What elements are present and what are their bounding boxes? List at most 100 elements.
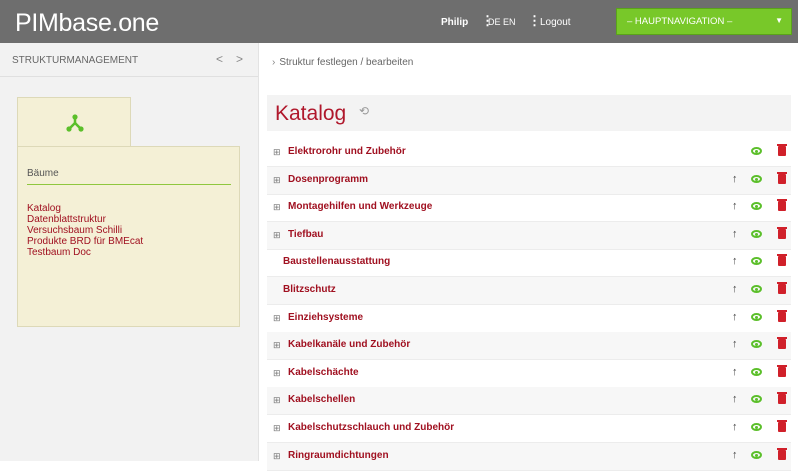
- trash-icon[interactable]: [777, 309, 787, 322]
- expand-icon[interactable]: ⊞: [273, 313, 281, 324]
- chevron-down-icon: ▼: [775, 16, 783, 25]
- main-navigation-select[interactable]: – HAUPTNAVIGATION – ▼: [616, 8, 792, 35]
- tree-link-datenblattstruktur[interactable]: Datenblattstruktur: [27, 214, 143, 225]
- trash-icon[interactable]: [777, 337, 787, 350]
- tree-node-row[interactable]: ⊞ Kabelkanäle und Zubehör ↑: [267, 332, 791, 361]
- sidebar: STRUKTURMANAGEMENT < > Bäume Katalog Dat…: [0, 43, 259, 461]
- eye-icon[interactable]: [751, 340, 762, 349]
- sidebar-next-button[interactable]: >: [236, 52, 243, 66]
- trash-icon[interactable]: [777, 447, 787, 460]
- eye-icon[interactable]: [751, 367, 762, 376]
- tree-node-label[interactable]: Blitzschutz: [283, 284, 336, 295]
- tree-list: Katalog Datenblattstruktur Versuchsbaum …: [27, 203, 143, 258]
- eye-icon[interactable]: [751, 423, 762, 431]
- move-up-icon[interactable]: ↑: [732, 421, 738, 433]
- trash-icon[interactable]: [777, 144, 787, 156]
- app-logo[interactable]: PIMbase.one: [15, 9, 159, 37]
- eye-icon[interactable]: [751, 395, 762, 404]
- trash-icon[interactable]: [777, 420, 787, 432]
- tree-link-produkte-brd[interactable]: Produkte BRD für BMEcat: [27, 236, 143, 247]
- expand-icon[interactable]: ⊞: [273, 451, 281, 462]
- eye-icon[interactable]: [751, 257, 762, 266]
- eye-icon[interactable]: [751, 174, 762, 183]
- trash-icon[interactable]: [777, 392, 787, 405]
- trash-icon[interactable]: [777, 364, 787, 377]
- tree-node-row[interactable]: Blitzschutz ↑: [267, 277, 791, 305]
- tree-link-katalog[interactable]: Katalog: [27, 203, 143, 214]
- tree-node-label[interactable]: Kabelschellen: [288, 394, 355, 405]
- expand-icon[interactable]: ⊞: [273, 340, 281, 351]
- move-up-icon[interactable]: ↑: [732, 283, 738, 295]
- move-up-icon[interactable]: ↑: [732, 255, 738, 267]
- eye-icon[interactable]: [751, 229, 762, 238]
- trees-heading: Bäume: [27, 168, 59, 179]
- breadcrumb: › Struktur festlegen / bearbeiten: [272, 57, 413, 68]
- tree-node-label[interactable]: Baustellenausstattung: [283, 256, 390, 267]
- tree-node-label[interactable]: Tiefbau: [288, 229, 323, 240]
- breadcrumb-item[interactable]: Struktur festlegen / bearbeiten: [279, 57, 413, 68]
- trash-icon[interactable]: [777, 199, 787, 212]
- tree-node-row[interactable]: ⊞ Kabelschächte ↑: [267, 360, 791, 388]
- eye-icon[interactable]: [751, 285, 762, 293]
- tree-node-label[interactable]: Kabelschutzschlauch und Zubehör: [288, 422, 454, 433]
- tree-node-row[interactable]: ⊞ Dosenprogramm ↑: [267, 166, 791, 195]
- move-up-icon[interactable]: ↑: [732, 173, 738, 185]
- top-bar: PIMbase.one Philip ⋮ DE EN ⋮ Logout – HA…: [0, 0, 798, 43]
- trash-icon[interactable]: [777, 282, 787, 294]
- lang-en-link[interactable]: EN: [503, 17, 516, 27]
- eye-icon[interactable]: [751, 147, 762, 155]
- tree-node-label[interactable]: Kabelkanäle und Zubehör: [288, 339, 410, 350]
- lang-de-link[interactable]: DE: [488, 17, 501, 27]
- tree-link-testbaum[interactable]: Testbaum Doc: [27, 247, 143, 258]
- expand-icon[interactable]: ⊞: [273, 202, 281, 213]
- divider: [27, 184, 231, 185]
- user-name[interactable]: Philip: [441, 17, 468, 28]
- tree-node-row[interactable]: ⊞ Montagehilfen und Werkzeuge ↑: [267, 194, 791, 223]
- chevron-right-icon: ›: [272, 57, 276, 68]
- tab-trees[interactable]: [17, 97, 131, 147]
- tree-node-label[interactable]: Dosenprogramm: [288, 174, 368, 185]
- page-title-bar: Katalog ⟲: [267, 95, 791, 131]
- tree-node-row[interactable]: ⊞ Kabelschutzschlauch und Zubehör ↑: [267, 415, 791, 443]
- tree-node-label[interactable]: Elektrorohr und Zubehör: [288, 146, 406, 157]
- main-navigation-label: – HAUPTNAVIGATION –: [627, 16, 733, 27]
- logout-link[interactable]: Logout: [540, 17, 571, 28]
- trash-icon[interactable]: [777, 171, 787, 184]
- sidebar-title: STRUKTURMANAGEMENT: [12, 55, 139, 66]
- structure-icon: [66, 114, 84, 132]
- move-up-icon[interactable]: ↑: [732, 228, 738, 240]
- page-title: Katalog: [275, 102, 347, 125]
- expand-icon[interactable]: ⊞: [273, 423, 281, 434]
- move-up-icon[interactable]: ↑: [732, 449, 738, 461]
- tree-node-label[interactable]: Kabelschächte: [288, 367, 359, 378]
- tree-node-row[interactable]: ⊞ Kabelschellen ↑: [267, 387, 791, 416]
- expand-icon[interactable]: ⊞: [273, 175, 281, 186]
- move-up-icon[interactable]: ↑: [732, 393, 738, 405]
- trees-panel: Bäume Katalog Datenblattstruktur Versuch…: [17, 146, 240, 327]
- move-up-icon[interactable]: ↑: [732, 366, 738, 378]
- tree-node-label[interactable]: Einziehsysteme: [288, 312, 363, 323]
- move-up-icon[interactable]: ↑: [732, 311, 738, 323]
- tree-node-label[interactable]: Montagehilfen und Werkzeuge: [288, 201, 432, 212]
- tree-node-label[interactable]: Ringraumdichtungen: [288, 450, 389, 461]
- trash-icon[interactable]: [777, 226, 787, 239]
- tree-node-row[interactable]: ⊞ Elektrorohr und Zubehör: [267, 139, 791, 167]
- eye-icon[interactable]: [751, 202, 762, 211]
- trash-icon[interactable]: [777, 254, 787, 267]
- expand-icon[interactable]: ⊞: [273, 147, 281, 158]
- divider: [0, 76, 258, 77]
- move-up-icon[interactable]: ↑: [732, 338, 738, 350]
- expand-icon[interactable]: ⊞: [273, 395, 281, 406]
- move-up-icon[interactable]: ↑: [732, 200, 738, 212]
- tree-node-row[interactable]: Baustellenausstattung ↑: [267, 249, 791, 278]
- tree-node-row[interactable]: ⊞ Tiefbau ↑: [267, 221, 791, 250]
- tree-node-row[interactable]: ⊞ Ringraumdichtungen ↑: [267, 442, 791, 471]
- eye-icon[interactable]: [751, 312, 762, 321]
- expand-icon[interactable]: ⊞: [273, 230, 281, 241]
- tree-link-versuchsbaum[interactable]: Versuchsbaum Schilli: [27, 225, 143, 236]
- sidebar-prev-button[interactable]: <: [216, 52, 223, 66]
- eye-icon[interactable]: [751, 450, 762, 459]
- expand-icon[interactable]: ⊞: [273, 368, 281, 379]
- refresh-icon[interactable]: ⟲: [359, 104, 369, 118]
- tree-node-row[interactable]: ⊞ Einziehsysteme ↑: [267, 305, 791, 333]
